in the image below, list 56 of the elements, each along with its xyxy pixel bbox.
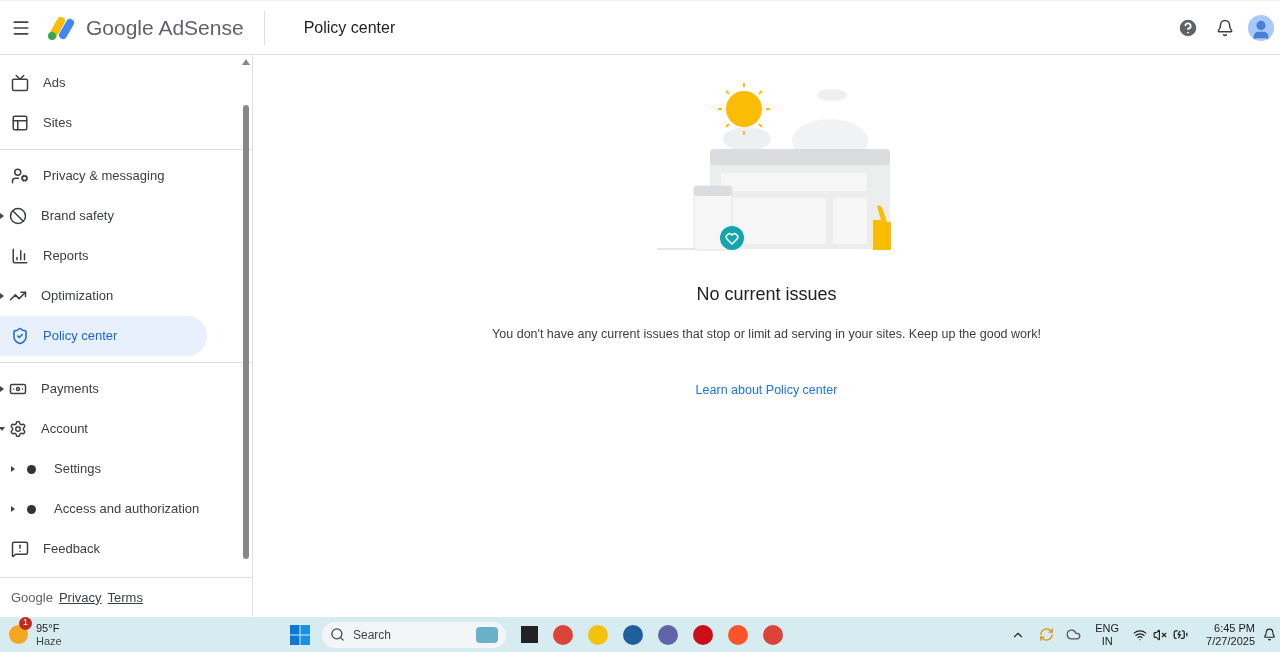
sun-icon xyxy=(9,625,28,644)
footer-brand: Google xyxy=(11,588,53,607)
caret-icon[interactable] xyxy=(0,386,4,392)
settings-icon xyxy=(9,420,27,438)
clock-date[interactable]: 7/27/2025 xyxy=(1206,634,1255,648)
temperature: 95°F xyxy=(36,621,61,635)
footer-link[interactable]: Terms xyxy=(107,587,143,608)
nav-item[interactable]: Settings xyxy=(0,449,240,489)
status-title: No current issues xyxy=(696,283,837,306)
nav-item[interactable]: Brand safety xyxy=(0,196,207,236)
help-icon[interactable] xyxy=(1177,16,1199,39)
feedback-icon xyxy=(11,540,29,558)
language[interactable]: ENG xyxy=(1095,621,1120,635)
nav-item[interactable]: Access and authorization xyxy=(0,489,240,529)
nav-item[interactable]: Feedback xyxy=(0,529,207,569)
nav-item[interactable]: Sites xyxy=(0,103,195,143)
app-icon[interactable] xyxy=(520,626,538,643)
nav-item[interactable]: Account xyxy=(0,409,207,449)
avatar[interactable] xyxy=(1248,14,1274,41)
wifi-icon[interactable] xyxy=(1133,627,1148,642)
ads-icon xyxy=(11,74,29,92)
caret-icon[interactable] xyxy=(11,506,15,512)
logo-icon xyxy=(47,14,77,41)
muted-speaker-icon[interactable] xyxy=(1153,627,1168,642)
cloud-icon[interactable] xyxy=(1066,627,1082,642)
caret-icon[interactable] xyxy=(11,466,15,472)
nav-item[interactable]: Policy center xyxy=(0,316,207,356)
bar-chart-icon xyxy=(11,247,29,265)
region[interactable]: IN xyxy=(1101,634,1113,648)
bullet-icon xyxy=(27,504,36,514)
shield-icon xyxy=(11,327,29,345)
learn-link[interactable]: Learn about Policy center xyxy=(695,380,838,400)
notification-badge: 1 xyxy=(19,616,32,630)
clock-time[interactable]: 6:45 PM xyxy=(1214,621,1255,635)
windows-start-icon[interactable] xyxy=(289,624,310,645)
nav-item[interactable]: Ads xyxy=(0,63,195,103)
status-message: You don't have any current issues that stop or limit ad serving in your sites. Keep up the good work! xyxy=(492,326,1041,343)
page-title: Policy center xyxy=(303,17,396,38)
search-icon xyxy=(329,627,345,642)
caret-icon[interactable] xyxy=(0,213,4,219)
nav-item[interactable]: Reports xyxy=(0,236,207,276)
weather-condition: Haze xyxy=(36,634,62,648)
notification-icon[interactable] xyxy=(1263,628,1276,641)
bullet-icon xyxy=(27,464,36,474)
product-name: Google AdSense xyxy=(86,14,244,41)
footer-link[interactable]: Privacy xyxy=(58,587,102,608)
notification-icon[interactable] xyxy=(1216,18,1234,37)
caret-icon[interactable] xyxy=(0,293,4,299)
search-field[interactable]: Search xyxy=(321,621,506,648)
sites-icon xyxy=(11,114,29,132)
blocked-icon xyxy=(9,207,27,225)
nav-item[interactable]: Privacy & messaging xyxy=(0,156,207,196)
nav-item[interactable]: Payments xyxy=(0,369,207,409)
caret-icon[interactable] xyxy=(0,427,5,431)
battery-icon[interactable] xyxy=(1173,627,1189,642)
nav-item[interactable]: Optimization xyxy=(0,276,207,316)
